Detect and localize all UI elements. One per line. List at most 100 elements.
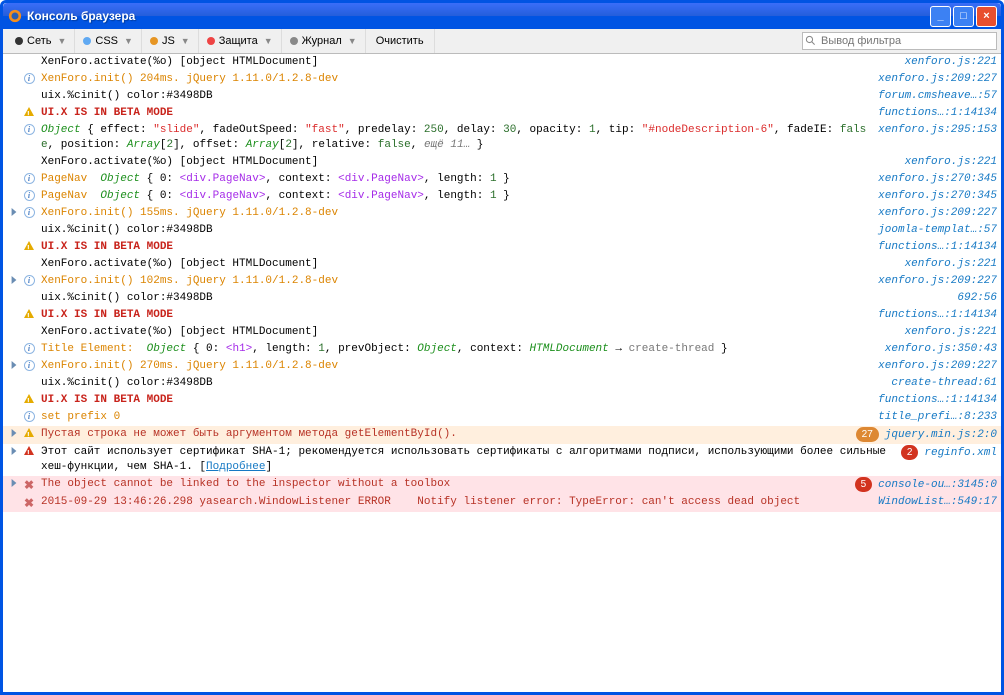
log-message: set prefix 0 <box>37 410 870 425</box>
log-source-link[interactable]: xenforo.js:209:227 <box>870 359 997 374</box>
log-source-link[interactable]: xenforo.js:270:345 <box>870 189 997 204</box>
collapse-toggle-icon[interactable] <box>10 479 18 487</box>
log-source-link[interactable]: xenforo.js:221 <box>897 325 997 340</box>
log-source-link[interactable]: joomla-templat…:57 <box>870 223 997 238</box>
collapse-toggle-icon[interactable] <box>10 361 18 369</box>
log-row[interactable]: UI.X IS IN BETA MODEfunctions…:1:14134 <box>3 105 1001 122</box>
log-source-link[interactable]: xenforo.js:209:227 <box>870 72 997 87</box>
log-row[interactable]: iXenForo.init() 270ms. jQuery 1.11.0/1.2… <box>3 358 1001 375</box>
log-source-link[interactable]: 5console-ou…:3145:0 <box>847 477 997 493</box>
collapse-toggle-icon[interactable] <box>10 447 18 455</box>
log-row[interactable]: iXenForo.init() 204ms. jQuery 1.11.0/1.2… <box>3 71 1001 88</box>
log-row[interactable]: XenForo.activate(%o) [object HTMLDocumen… <box>3 54 1001 71</box>
close-button[interactable]: × <box>976 6 997 27</box>
log-source-link[interactable]: functions…:1:14134 <box>870 240 997 255</box>
log-row[interactable]: XenForo.activate(%o) [object HTMLDocumen… <box>3 324 1001 341</box>
log-source-link[interactable]: functions…:1:14134 <box>870 393 997 408</box>
log-source-link[interactable]: create-thread:61 <box>883 376 997 391</box>
log-row[interactable]: XenForo.activate(%o) [object HTMLDocumen… <box>3 256 1001 273</box>
log-row[interactable]: iXenForo.init() 155ms. jQuery 1.11.0/1.2… <box>3 205 1001 222</box>
filter-log-button[interactable]: Журнал▼ <box>282 29 366 53</box>
info-icon: i <box>24 73 35 84</box>
dot-icon <box>83 37 91 45</box>
log-row[interactable]: uix.%cinit() color:#3498DBcreate-thread:… <box>3 375 1001 392</box>
log-row[interactable]: Пустая строка не может быть аргументом м… <box>3 426 1001 444</box>
window-title: Консоль браузера <box>27 9 930 23</box>
log-row[interactable]: iObject { effect: "slide", fadeOutSpeed:… <box>3 122 1001 154</box>
log-message: uix.%cinit() color:#3498DB <box>37 376 883 391</box>
info-icon: i <box>24 173 35 184</box>
filter-security-button[interactable]: Защита▼ <box>199 29 282 53</box>
log-message: XenForo.init() 155ms. jQuery 1.11.0/1.2.… <box>37 206 870 221</box>
log-message: Этот сайт использует сертификат SHA-1; р… <box>37 445 893 475</box>
filter-js-button[interactable]: JS ▼ <box>142 29 199 53</box>
info-icon: i <box>24 190 35 201</box>
filter-css-button[interactable]: CSS▼ <box>75 29 142 53</box>
log-source-link[interactable]: functions…:1:14134 <box>870 106 997 121</box>
log-source-link[interactable]: 2reginfo.xml <box>893 445 997 461</box>
log-area[interactable]: XenForo.activate(%o) [object HTMLDocumen… <box>3 54 1001 692</box>
log-source-link[interactable]: xenforo.js:209:227 <box>870 274 997 289</box>
log-row[interactable]: UI.X IS IN BETA MODEfunctions…:1:14134 <box>3 392 1001 409</box>
log-message: uix.%cinit() color:#3498DB <box>37 291 949 306</box>
log-source-link[interactable]: WindowList…:549:17 <box>870 495 997 510</box>
dot-icon <box>15 37 23 45</box>
log-message: XenForo.activate(%o) [object HTMLDocumen… <box>37 257 897 272</box>
log-message: XenForo.activate(%o) [object HTMLDocumen… <box>37 325 897 340</box>
maximize-button[interactable]: □ <box>953 6 974 27</box>
log-row[interactable]: uix.%cinit() color:#3498DBjoomla-templat… <box>3 222 1001 239</box>
log-source-link[interactable]: xenforo.js:350:43 <box>877 342 997 357</box>
chevron-down-icon: ▼ <box>57 36 66 46</box>
log-row[interactable]: UI.X IS IN BETA MODEfunctions…:1:14134 <box>3 239 1001 256</box>
log-row[interactable]: iPageNav Object { 0: <div.PageNav>, cont… <box>3 171 1001 188</box>
log-row[interactable]: iset prefix 0title_prefi…:8:233 <box>3 409 1001 426</box>
filter-net-button[interactable]: Сеть▼ <box>7 29 75 53</box>
chevron-down-icon: ▼ <box>124 36 133 46</box>
log-source-link[interactable]: 27jquery.min.js:2:0 <box>848 427 997 443</box>
log-source-link[interactable]: xenforo.js:221 <box>897 257 997 272</box>
log-message: XenForo.init() 102ms. jQuery 1.11.0/1.2.… <box>37 274 870 289</box>
warning-icon <box>24 107 34 116</box>
filter-input[interactable] <box>802 32 997 50</box>
collapse-toggle-icon[interactable] <box>10 208 18 216</box>
collapse-toggle-icon[interactable] <box>10 276 18 284</box>
log-source-link[interactable]: xenforo.js:270:345 <box>870 172 997 187</box>
chevron-down-icon: ▼ <box>181 36 190 46</box>
log-row[interactable]: Этот сайт использует сертификат SHA-1; р… <box>3 444 1001 476</box>
log-message: UI.X IS IN BETA MODE <box>37 106 870 121</box>
minimize-button[interactable]: _ <box>930 6 951 27</box>
log-row[interactable]: iTitle Element: Object { 0: <h1>, length… <box>3 341 1001 358</box>
filter-log-label: Журнал <box>302 35 342 47</box>
log-message: 2015-09-29 13:46:26.298 yasearch.WindowL… <box>37 495 870 510</box>
info-icon: i <box>24 360 35 371</box>
log-source-link[interactable]: xenforo.js:221 <box>897 55 997 70</box>
chevron-down-icon: ▼ <box>264 36 273 46</box>
log-source-link[interactable]: xenforo.js:295:153 <box>870 123 997 138</box>
filter-js-label: JS <box>162 35 175 47</box>
log-row[interactable]: iPageNav Object { 0: <div.PageNav>, cont… <box>3 188 1001 205</box>
log-message: XenForo.init() 204ms. jQuery 1.11.0/1.2.… <box>37 72 870 87</box>
log-message: XenForo.activate(%o) [object HTMLDocumen… <box>37 155 897 170</box>
clear-button[interactable]: Очистить <box>366 29 435 53</box>
log-row[interactable]: XenForo.activate(%o) [object HTMLDocumen… <box>3 154 1001 171</box>
log-source-link[interactable]: xenforo.js:221 <box>897 155 997 170</box>
log-message: uix.%cinit() color:#3498DB <box>37 223 870 238</box>
log-row[interactable]: uix.%cinit() color:#3498DBforum.cmsheave… <box>3 88 1001 105</box>
firefox-icon <box>7 8 23 24</box>
log-source-link[interactable]: 692:56 <box>949 291 997 306</box>
log-row[interactable]: UI.X IS IN BETA MODEfunctions…:1:14134 <box>3 307 1001 324</box>
log-source-link[interactable]: functions…:1:14134 <box>870 308 997 323</box>
log-message: Title Element: Object { 0: <h1>, length:… <box>37 342 877 357</box>
log-row[interactable]: iXenForo.init() 102ms. jQuery 1.11.0/1.2… <box>3 273 1001 290</box>
log-message: PageNav Object { 0: <div.PageNav>, conte… <box>37 189 870 204</box>
log-message: UI.X IS IN BETA MODE <box>37 393 870 408</box>
log-source-link[interactable]: title_prefi…:8:233 <box>870 410 997 425</box>
log-row[interactable]: ✖2015-09-29 13:46:26.298 yasearch.Window… <box>3 494 1001 512</box>
log-source-link[interactable]: xenforo.js:209:227 <box>870 206 997 221</box>
collapse-toggle-icon[interactable] <box>10 429 18 437</box>
warning-icon <box>24 428 34 437</box>
log-row[interactable]: uix.%cinit() color:#3498DB692:56 <box>3 290 1001 307</box>
log-row[interactable]: ✖The object cannot be linked to the insp… <box>3 476 1001 494</box>
count-badge: 2 <box>901 445 919 460</box>
log-source-link[interactable]: forum.cmsheave…:57 <box>870 89 997 104</box>
